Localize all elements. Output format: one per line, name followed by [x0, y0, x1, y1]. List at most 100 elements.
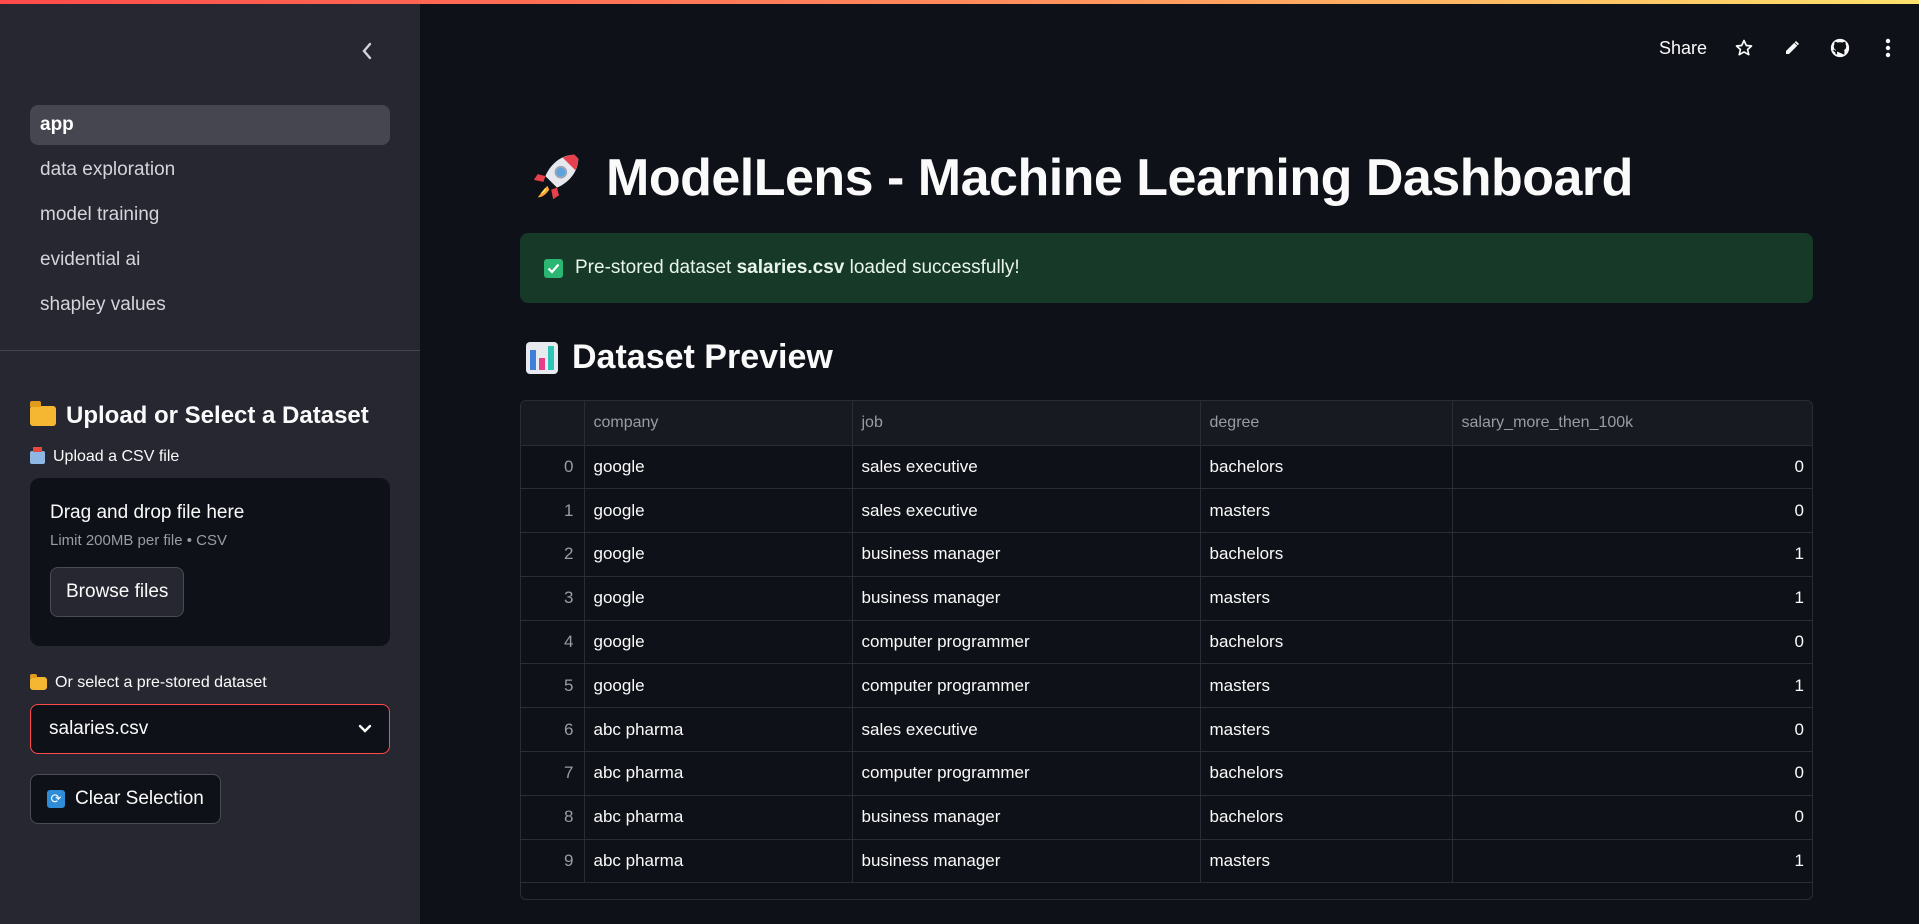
dataset-table[interactable]: company job degree salary_more_then_100k… — [520, 400, 1813, 900]
cell-index[interactable]: 3 — [521, 576, 585, 621]
cell-company[interactable]: abc pharma — [584, 751, 853, 796]
cell-degree[interactable]: bachelors — [1200, 532, 1453, 577]
sidebar-item-data-exploration[interactable]: data exploration — [30, 150, 390, 190]
bar-chart-icon — [526, 341, 558, 374]
cell-degree[interactable]: masters — [1200, 707, 1453, 753]
cell-job[interactable]: sales executive — [852, 707, 1201, 753]
cell-company[interactable]: google — [584, 576, 853, 621]
sidebar-item-label: model training — [40, 204, 160, 225]
cell-job[interactable]: business manager — [852, 795, 1201, 840]
star-icon[interactable] — [1733, 37, 1755, 59]
sidebar: app data exploration model training evid… — [0, 0, 420, 924]
cell-company[interactable]: google — [584, 445, 853, 490]
browse-files-button[interactable]: Browse files — [50, 567, 185, 617]
cell-salary[interactable]: 0 — [1452, 445, 1812, 490]
cell-degree[interactable]: bachelors — [1200, 751, 1453, 796]
cell-index[interactable]: 8 — [521, 795, 585, 840]
table-row: 6 abc pharma sales executive masters 0 — [521, 707, 1812, 753]
cell-job[interactable]: sales executive — [852, 488, 1201, 534]
upload-section: Upload or Select a Dataset Upload a CSV … — [30, 398, 390, 824]
share-button[interactable]: Share — [1659, 38, 1707, 59]
alert-text-suffix: loaded successfully! — [844, 257, 1020, 278]
column-header-degree[interactable]: degree — [1200, 401, 1453, 446]
cell-index[interactable]: 6 — [521, 707, 585, 753]
column-header-job[interactable]: job — [852, 401, 1201, 446]
folder-icon — [30, 401, 56, 426]
cell-job[interactable]: computer programmer — [852, 751, 1201, 796]
column-header-salary[interactable]: salary_more_then_100k — [1452, 401, 1812, 446]
cell-company[interactable]: abc pharma — [584, 707, 853, 753]
refresh-icon: ⟳ — [47, 790, 65, 808]
cell-index[interactable]: 0 — [521, 445, 585, 490]
cell-salary[interactable]: 0 — [1452, 707, 1812, 753]
cell-degree[interactable]: masters — [1200, 576, 1453, 621]
cell-salary[interactable]: 1 — [1452, 839, 1812, 884]
column-header-company[interactable]: company — [584, 401, 853, 446]
cell-degree[interactable]: bachelors — [1200, 620, 1453, 665]
github-icon[interactable] — [1829, 37, 1851, 59]
file-dropzone[interactable]: Drag and drop file here Limit 200MB per … — [30, 478, 390, 646]
more-vertical-icon[interactable] — [1877, 37, 1899, 59]
cell-salary[interactable]: 0 — [1452, 620, 1812, 665]
cell-job[interactable]: computer programmer — [852, 663, 1201, 709]
table-row: 0 google sales executive bachelors 0 — [521, 445, 1812, 490]
cell-degree[interactable]: bachelors — [1200, 795, 1453, 840]
sidebar-item-app[interactable]: app — [30, 105, 390, 145]
table-row: 2 google business manager bachelors 1 — [521, 532, 1812, 577]
cell-index[interactable]: 7 — [521, 751, 585, 796]
alert-text-prefix: Pre-stored dataset — [575, 257, 737, 278]
cell-company[interactable]: google — [584, 532, 853, 577]
cell-index[interactable]: 5 — [521, 663, 585, 709]
dropzone-subtitle: Limit 200MB per file • CSV — [50, 532, 227, 549]
cell-job[interactable]: business manager — [852, 576, 1201, 621]
table-row: 4 google computer programmer bachelors 0 — [521, 620, 1812, 665]
cell-degree[interactable]: masters — [1200, 488, 1453, 534]
success-alert: Pre-stored dataset salaries.csv loaded s… — [520, 233, 1813, 303]
page-title: ModelLens - Machine Learning Dashboard — [528, 148, 1633, 208]
cell-job[interactable]: business manager — [852, 532, 1201, 577]
table-row: 1 google sales executive masters 0 — [521, 488, 1812, 534]
cell-salary[interactable]: 1 — [1452, 576, 1812, 621]
dataset-preview-title: Dataset Preview — [572, 338, 833, 376]
chevron-left-icon — [362, 42, 372, 60]
cell-salary[interactable]: 1 — [1452, 532, 1812, 577]
collapse-sidebar-button[interactable] — [352, 36, 382, 66]
pencil-icon[interactable] — [1781, 37, 1803, 59]
cell-job[interactable]: sales executive — [852, 445, 1201, 490]
dataset-select-value: salaries.csv — [49, 718, 149, 739]
cell-company[interactable]: google — [584, 488, 853, 534]
sidebar-item-shapley-values[interactable]: shapley values — [30, 285, 390, 325]
select-label-text: Or select a pre-stored dataset — [55, 674, 267, 691]
dropzone-title: Drag and drop file here — [50, 502, 245, 523]
sidebar-item-label: shapley values — [40, 294, 166, 315]
cell-company[interactable]: abc pharma — [584, 839, 853, 884]
cell-degree[interactable]: masters — [1200, 663, 1453, 709]
cell-company[interactable]: google — [584, 620, 853, 665]
cell-index[interactable]: 9 — [521, 839, 585, 884]
cell-salary[interactable]: 0 — [1452, 488, 1812, 534]
cell-index[interactable]: 2 — [521, 532, 585, 577]
cell-degree[interactable]: bachelors — [1200, 445, 1453, 490]
cell-degree[interactable]: masters — [1200, 839, 1453, 884]
cell-salary[interactable]: 0 — [1452, 795, 1812, 840]
success-alert-text: Pre-stored dataset salaries.csv loaded s… — [575, 257, 1020, 279]
cell-job[interactable]: computer programmer — [852, 620, 1201, 665]
check-icon — [544, 258, 563, 278]
table-row: 5 google computer programmer masters 1 — [521, 663, 1812, 709]
upload-label-text: Upload a CSV file — [53, 448, 180, 465]
cell-job[interactable]: business manager — [852, 839, 1201, 884]
cell-salary[interactable]: 1 — [1452, 663, 1812, 709]
sidebar-item-evidential-ai[interactable]: evidential ai — [30, 240, 390, 280]
clear-selection-label: Clear Selection — [75, 788, 204, 809]
dataset-select[interactable]: salaries.csv — [30, 704, 390, 754]
cell-salary[interactable]: 0 — [1452, 751, 1812, 796]
cell-index[interactable]: 4 — [521, 620, 585, 665]
cell-index[interactable]: 1 — [521, 488, 585, 534]
sidebar-item-model-training[interactable]: model training — [30, 195, 390, 235]
cell-company[interactable]: abc pharma — [584, 795, 853, 840]
clear-selection-button[interactable]: ⟳ Clear Selection — [30, 774, 221, 824]
table-row: 3 google business manager masters 1 — [521, 576, 1812, 621]
upload-section-header: Upload or Select a Dataset — [30, 398, 390, 434]
cell-company[interactable]: google — [584, 663, 853, 709]
upload-label: Upload a CSV file — [30, 446, 390, 468]
